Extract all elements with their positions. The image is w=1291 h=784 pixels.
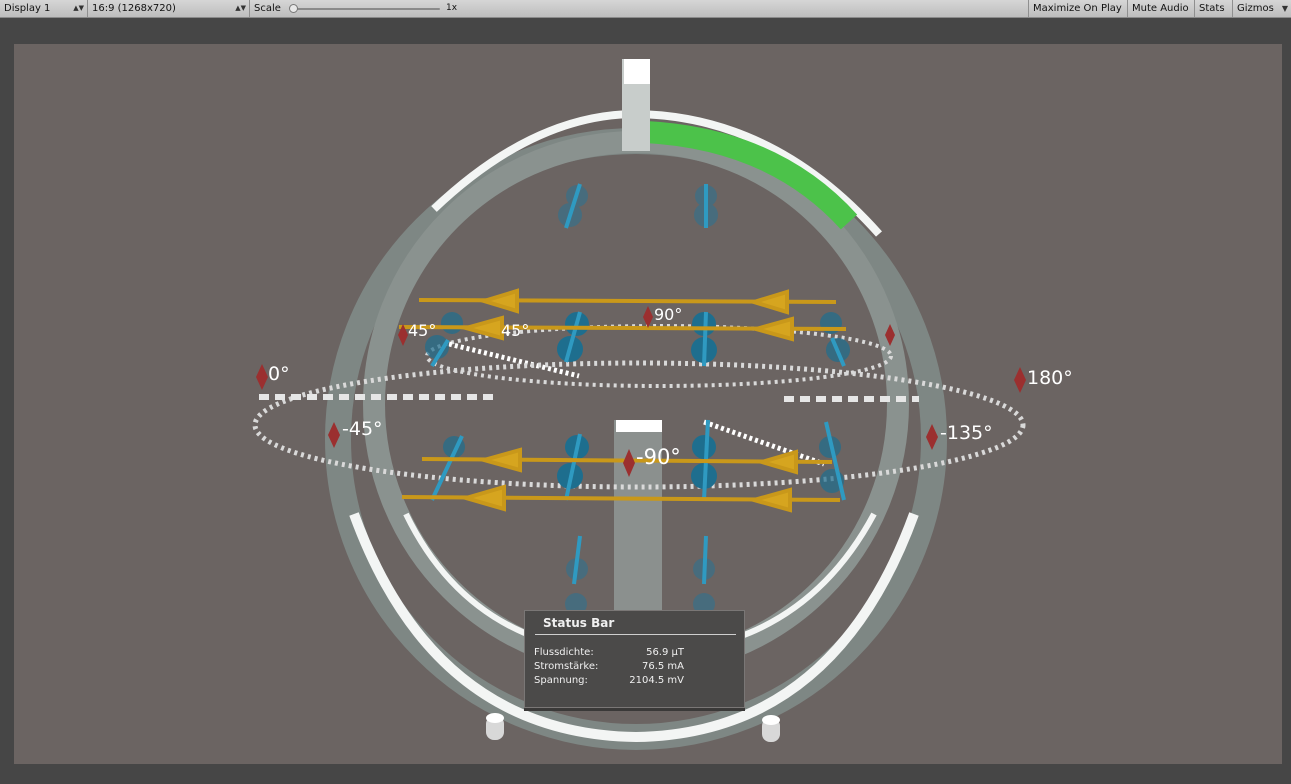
voltage-label: Spannung: — [534, 675, 588, 686]
maximize-label: Maximize On Play — [1033, 3, 1122, 14]
angle-label-neg135: -135° — [940, 422, 993, 444]
status-row-current: Stromstärke: 76.5 mA — [534, 660, 684, 673]
aspect-dropdown[interactable]: 16:9 (1268x720) ▲▼ — [88, 0, 250, 17]
angle-label-45b: 45° — [501, 321, 529, 340]
display-label: Display 1 — [4, 3, 51, 14]
angle-label-neg90: -90° — [636, 445, 681, 469]
scale-slider-track[interactable] — [292, 8, 440, 10]
angle-label-90: 90° — [654, 305, 682, 324]
maximize-on-play-toggle[interactable]: Maximize On Play — [1028, 0, 1128, 17]
mute-label: Mute Audio — [1132, 3, 1189, 14]
status-bar-panel: Status Bar Flussdichte: 56.9 µT Stromstä… — [524, 610, 745, 708]
angle-label-neg45: -45° — [342, 418, 383, 440]
dropdown-arrow-icon: ▲▼ — [235, 4, 246, 12]
voltage-value: 2104.5 mV — [629, 675, 684, 686]
aspect-label: 16:9 (1268x720) — [92, 3, 176, 14]
flux-value: 56.9 µT — [646, 647, 684, 658]
display-dropdown[interactable]: Display 1 ▲▼ — [0, 0, 88, 17]
status-row-flux: Flussdichte: 56.9 µT — [534, 646, 684, 659]
angle-label-45: 45° — [408, 321, 436, 340]
game-viewport[interactable]: 0° -45° 45° 45° 90° -90° -135° 180° Stat… — [14, 44, 1282, 764]
scale-label: Scale — [254, 3, 281, 14]
gizmos-dropdown[interactable]: Gizmos ▼ — [1233, 0, 1291, 17]
angle-label-0: 0° — [268, 363, 290, 385]
status-row-voltage: Spannung: 2104.5 mV — [534, 674, 684, 687]
scale-value-text: 1x — [446, 3, 458, 13]
flux-label: Flussdichte: — [534, 647, 594, 658]
stats-label: Stats — [1199, 3, 1225, 14]
current-value: 76.5 mA — [641, 661, 684, 672]
game-view-toolbar: Display 1 ▲▼ 16:9 (1268x720) ▲▼ Scale 1x… — [0, 0, 1291, 18]
stats-toggle[interactable]: Stats — [1195, 0, 1233, 17]
dropdown-arrow-icon: ▼ — [1281, 4, 1288, 13]
mute-audio-toggle[interactable]: Mute Audio — [1128, 0, 1195, 17]
angle-label-180: 180° — [1027, 367, 1073, 389]
current-label: Stromstärke: — [534, 661, 599, 672]
gizmos-label: Gizmos — [1237, 3, 1274, 14]
status-bar-title: Status Bar — [543, 616, 615, 630]
scale-slider-thumb[interactable] — [289, 4, 298, 13]
status-bar-divider — [535, 634, 736, 635]
scale-value: 1x — [442, 0, 472, 17]
dropdown-arrow-icon: ▲▼ — [73, 4, 84, 12]
